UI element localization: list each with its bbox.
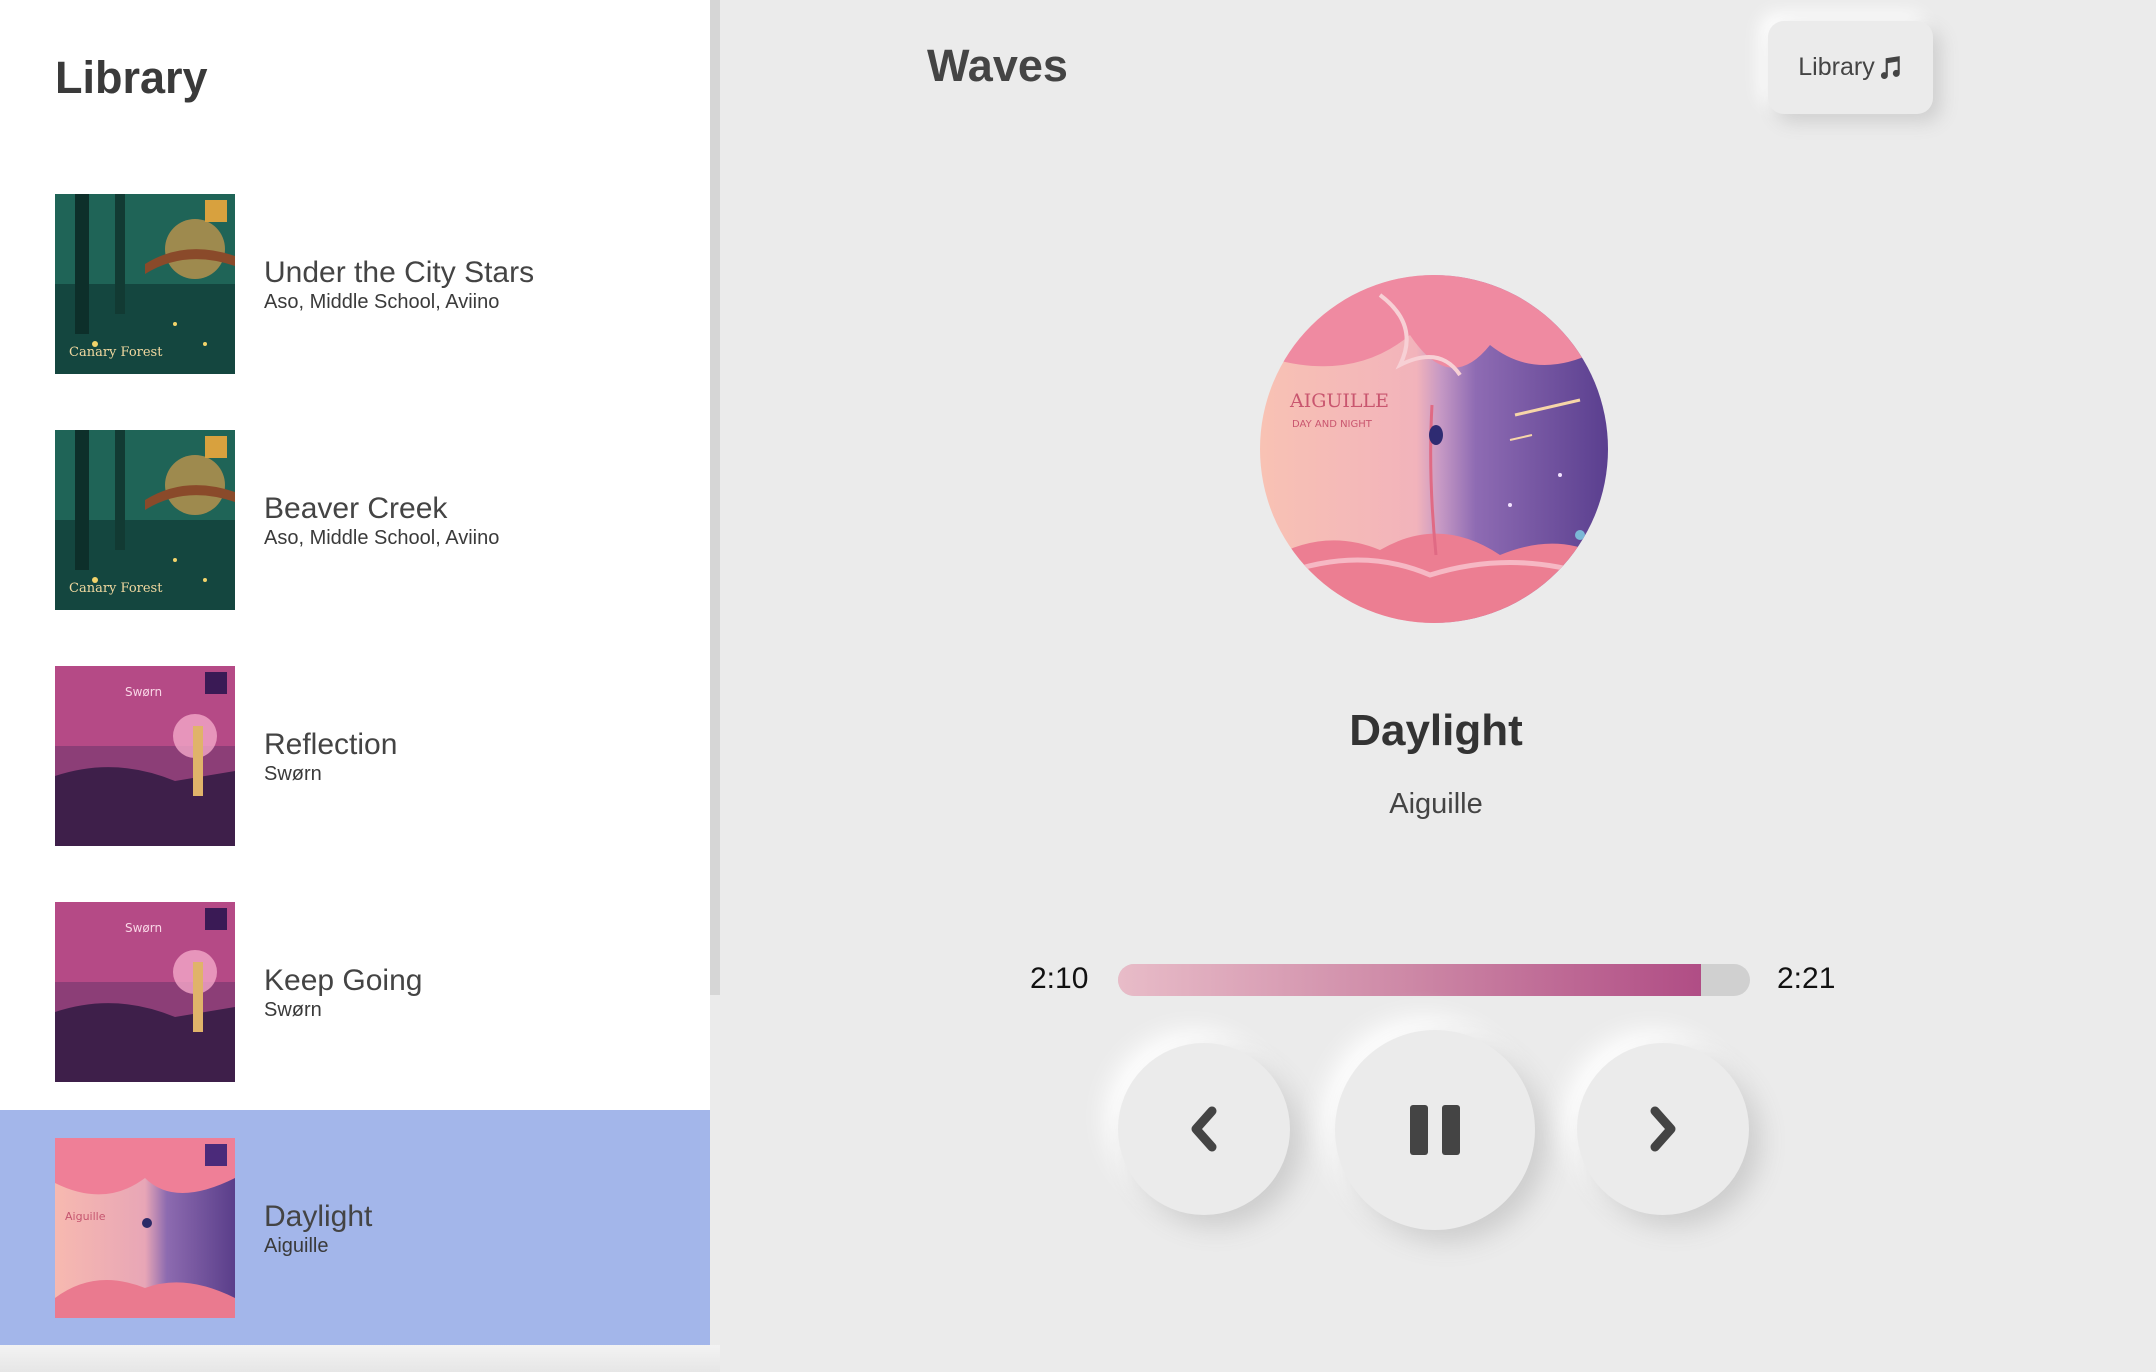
track-title: Keep Going (264, 964, 423, 997)
track-item[interactable]: Canary Forest Beaver Creek Aso, Middle S… (0, 402, 710, 638)
cover-text: AIGUILLE (1289, 390, 1389, 412)
cover-text: Canary Forest (69, 581, 163, 596)
track-info: Beaver Creek Aso, Middle School, Aviino (264, 492, 499, 550)
track-item[interactable]: Swørn Keep Going Swørn (0, 874, 710, 1110)
track-list: Canary Forest Under the City Stars Aso, … (0, 166, 710, 1346)
track-title: Reflection (264, 728, 398, 761)
previous-track-button[interactable] (1118, 1043, 1290, 1215)
library-button-label: Library (1798, 53, 1875, 81)
track-info: Under the City Stars Aso, Middle School,… (264, 256, 534, 314)
library-panel: Library Canary Forest Under the City Sta… (0, 0, 710, 1372)
current-time: 2:10 (1030, 962, 1089, 995)
album-cover: Aiguille (55, 1138, 235, 1318)
cover-subtext: DAY AND NIGHT (1292, 419, 1373, 430)
track-title: Beaver Creek (264, 492, 448, 525)
chevron-right-icon (1650, 1106, 1676, 1152)
album-cover: Canary Forest (55, 430, 235, 610)
cover-text: Aiguille (65, 1210, 106, 1223)
now-playing-cover: AIGUILLE DAY AND NIGHT (1260, 275, 1608, 623)
library-scrollbar[interactable] (710, 0, 720, 995)
track-info: Reflection Swørn (264, 728, 397, 786)
track-artist: Swørn (264, 763, 322, 785)
track-title: Daylight (264, 1200, 373, 1233)
library-bottom-shadow (0, 1345, 720, 1372)
progress-fill (1118, 964, 1701, 996)
track-item[interactable]: Canary Forest Under the City Stars Aso, … (0, 166, 710, 402)
app-title: Waves (927, 40, 1068, 91)
track-item[interactable]: Swørn Reflection Swørn (0, 638, 710, 874)
next-track-button[interactable] (1577, 1043, 1749, 1215)
pause-icon (1410, 1105, 1460, 1155)
now-playing-title: Daylight (1349, 706, 1523, 755)
play-pause-button[interactable] (1335, 1030, 1535, 1230)
track-info: Keep Going Swørn (264, 964, 422, 1022)
cover-text: Swørn (125, 685, 162, 699)
album-cover: Canary Forest (55, 194, 235, 374)
library-toggle-button[interactable]: Library (1768, 21, 1933, 114)
library-title: Library (55, 52, 208, 103)
track-title: Under the City Stars (264, 256, 535, 289)
chevron-left-icon (1191, 1106, 1217, 1152)
track-artist: Aso, Middle School, Aviino (264, 291, 500, 313)
total-time: 2:21 (1777, 962, 1836, 995)
track-artist: Swørn (264, 999, 322, 1021)
now-playing-artist: Aiguille (1389, 788, 1483, 820)
album-cover: Swørn (55, 666, 235, 846)
track-artist: Aso, Middle School, Aviino (264, 527, 500, 549)
cover-text: Canary Forest (69, 345, 163, 360)
music-note-icon (1880, 55, 1900, 79)
album-cover: Swørn (55, 902, 235, 1082)
track-artist: Aiguille (264, 1235, 329, 1257)
player-panel: Waves Library AIGUILLE DAY AND NIGHT Day… (720, 0, 2156, 1372)
track-item-selected[interactable]: Aiguille Daylight Aiguille (0, 1110, 710, 1346)
track-info: Daylight Aiguille (264, 1200, 372, 1258)
cover-text: Swørn (125, 921, 162, 935)
progress-bar[interactable] (1118, 964, 1750, 996)
